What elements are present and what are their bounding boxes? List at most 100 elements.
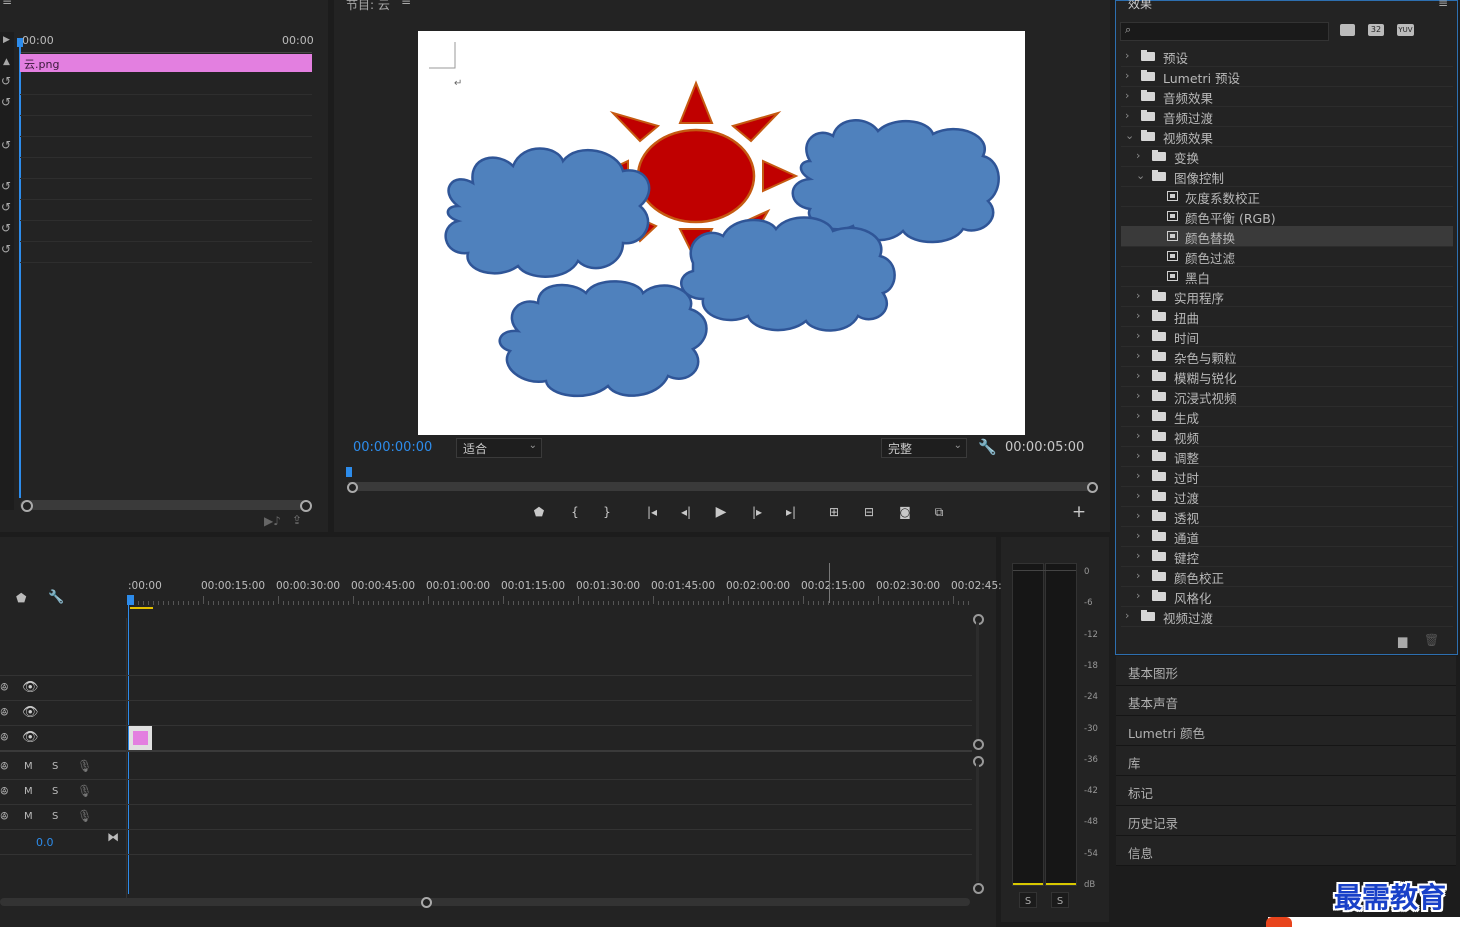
effects-tree-item[interactable]: › Lumetri 预设: [1121, 66, 1453, 87]
chevron-right-icon[interactable]: ›: [1136, 569, 1140, 582]
marker-icon[interactable]: ⬟: [16, 591, 26, 605]
go-to-in-icon[interactable]: |◂: [643, 503, 661, 521]
chevron-right-icon[interactable]: ›: [1136, 329, 1140, 342]
scroll-handle-left[interactable]: [21, 500, 33, 512]
chevron-right-icon[interactable]: ›: [1136, 289, 1140, 302]
effects-tree-item[interactable]: 灰度系数校正: [1121, 186, 1453, 207]
effects-tree-item[interactable]: › 颜色校正: [1121, 566, 1453, 587]
effects-tree-item[interactable]: › 音频效果: [1121, 86, 1453, 107]
chevron-right-icon[interactable]: ›: [1125, 89, 1129, 102]
reset-icon[interactable]: ↺: [1, 200, 11, 214]
solo-button[interactable]: S: [52, 786, 58, 797]
effects-tree-item[interactable]: › 扭曲: [1121, 306, 1453, 327]
solo-button[interactable]: S: [52, 761, 58, 772]
chevron-right-icon[interactable]: ›: [1136, 409, 1140, 422]
reset-icon[interactable]: ↺: [1, 242, 11, 256]
collapse-icon[interactable]: ▲: [3, 57, 10, 67]
side-panel-tab[interactable]: 历史记录: [1116, 806, 1456, 836]
side-panel-tab[interactable]: 基本声音: [1116, 686, 1456, 716]
chevron-right-icon[interactable]: ›: [1136, 309, 1140, 322]
eye-icon[interactable]: 👁: [22, 680, 39, 695]
compare-icon[interactable]: ⧉: [930, 503, 948, 521]
yuv-effects-icon[interactable]: YUV: [1397, 24, 1414, 36]
sync-lock-icon[interactable]: ꔮ: [0, 681, 9, 695]
menu-icon[interactable]: ≡: [2, 0, 12, 8]
effects-tree-item[interactable]: › 时间: [1121, 326, 1453, 347]
source-zoom-scrollbar[interactable]: [20, 500, 310, 510]
timeline-wrench-icon[interactable]: 🔧: [48, 590, 64, 605]
work-area-bar[interactable]: [130, 607, 153, 609]
mute-button[interactable]: M: [24, 786, 33, 797]
effects-tree-item[interactable]: › 预设: [1121, 46, 1453, 67]
chevron-right-icon[interactable]: ›: [1136, 509, 1140, 522]
chevron-right-icon[interactable]: ›: [1136, 429, 1140, 442]
chevron-right-icon[interactable]: ›: [1125, 609, 1129, 622]
chevron-right-icon[interactable]: ›: [1136, 489, 1140, 502]
effects-tree-item[interactable]: › 杂色与颗粒: [1121, 346, 1453, 367]
effects-tree-item[interactable]: › 音频过渡: [1121, 106, 1453, 127]
play-icon[interactable]: ▶: [712, 503, 730, 521]
effects-tree-item[interactable]: › 模糊与锐化: [1121, 366, 1453, 387]
mark-out-icon[interactable]: }: [598, 503, 616, 521]
quality-select[interactable]: 完整 ⌄: [881, 438, 967, 458]
timeline-ruler[interactable]: :00:00 00:00:15:00 00:00:30:00 00:00:45:00 0…: [128, 578, 1002, 608]
sync-lock-icon[interactable]: ꔮ: [0, 810, 9, 824]
source-playhead[interactable]: [19, 38, 21, 498]
vscroll-track[interactable]: [976, 764, 979, 882]
effects-tree-item[interactable]: 黑白: [1121, 266, 1453, 287]
camera-icon[interactable]: ◙: [896, 503, 914, 521]
effects-tree-item[interactable]: ⌄ 视频效果: [1121, 126, 1453, 147]
lift-icon[interactable]: ⊞: [825, 503, 843, 521]
eye-icon[interactable]: 👁: [22, 730, 39, 745]
effects-tree-item[interactable]: › 透视: [1121, 506, 1453, 527]
sync-lock-icon[interactable]: ꔮ: [0, 706, 9, 720]
sync-lock-icon[interactable]: ꔮ: [0, 785, 9, 799]
microphone-icon[interactable]: 🎙: [77, 759, 92, 773]
wrench-icon[interactable]: 🔧: [978, 438, 997, 456]
chevron-right-icon[interactable]: ›: [1125, 49, 1129, 62]
eye-icon[interactable]: 👁: [22, 705, 39, 720]
source-playhead-handle[interactable]: [17, 38, 23, 47]
reset-icon[interactable]: ↺: [1, 221, 11, 235]
chevron-right-icon[interactable]: ›: [1136, 529, 1140, 542]
reset-icon[interactable]: ↺: [1, 74, 11, 88]
extract-icon[interactable]: ⊟: [860, 503, 878, 521]
solo-right-button[interactable]: S: [1051, 892, 1069, 908]
effects-tree-item[interactable]: 颜色替换: [1121, 226, 1453, 247]
side-panel-tab[interactable]: 库: [1116, 746, 1456, 776]
zoom-handle-right[interactable]: [1087, 482, 1098, 493]
program-ruler[interactable]: [348, 470, 1093, 483]
effects-tree-item[interactable]: › 过渡: [1121, 486, 1453, 507]
snap-icon[interactable]: ⧓: [107, 830, 119, 844]
effects-tree-item[interactable]: ⌄ 图像控制: [1121, 166, 1453, 187]
chevron-right-icon[interactable]: ›: [1136, 369, 1140, 382]
effects-tree-item[interactable]: 颜色过滤: [1121, 246, 1453, 267]
side-panel-tab[interactable]: 基本图形: [1116, 656, 1456, 686]
effects-tree-item[interactable]: › 通道: [1121, 526, 1453, 547]
side-panel-tab[interactable]: 标记: [1116, 776, 1456, 806]
chevron-down-icon[interactable]: ⌄: [1136, 169, 1145, 182]
timeline-clip[interactable]: [129, 726, 152, 750]
fit-select[interactable]: 适合 ⌄: [456, 438, 542, 458]
solo-button[interactable]: S: [52, 811, 58, 822]
add-button-icon[interactable]: +: [1070, 502, 1088, 522]
mute-button[interactable]: M: [24, 811, 33, 822]
program-timecode-current[interactable]: 00:00:00:00: [353, 440, 432, 455]
chevron-right-icon[interactable]: ›: [1136, 589, 1140, 602]
play-audio-icon[interactable]: ▶♪: [264, 514, 281, 528]
scroll-handle-right[interactable]: [300, 500, 312, 512]
chevron-right-icon[interactable]: ›: [1136, 449, 1140, 462]
reset-icon[interactable]: ↺: [1, 95, 11, 109]
vscroll-handle[interactable]: [973, 883, 984, 894]
side-panel-tab[interactable]: 信息: [1116, 836, 1456, 866]
effects-tree-item[interactable]: › 调整: [1121, 446, 1453, 467]
source-ruler[interactable]: [20, 45, 312, 53]
chevron-right-icon[interactable]: ›: [1136, 549, 1140, 562]
chevron-right-icon[interactable]: ›: [1125, 69, 1129, 82]
step-forward-icon[interactable]: |▸: [748, 503, 766, 521]
chevron-right-icon[interactable]: ›: [1136, 349, 1140, 362]
step-back-icon[interactable]: ◂|: [677, 503, 695, 521]
chevron-right-icon[interactable]: ›: [1136, 149, 1140, 162]
source-clip[interactable]: 云.png: [20, 54, 312, 72]
chevron-right-icon[interactable]: ›: [1125, 109, 1129, 122]
